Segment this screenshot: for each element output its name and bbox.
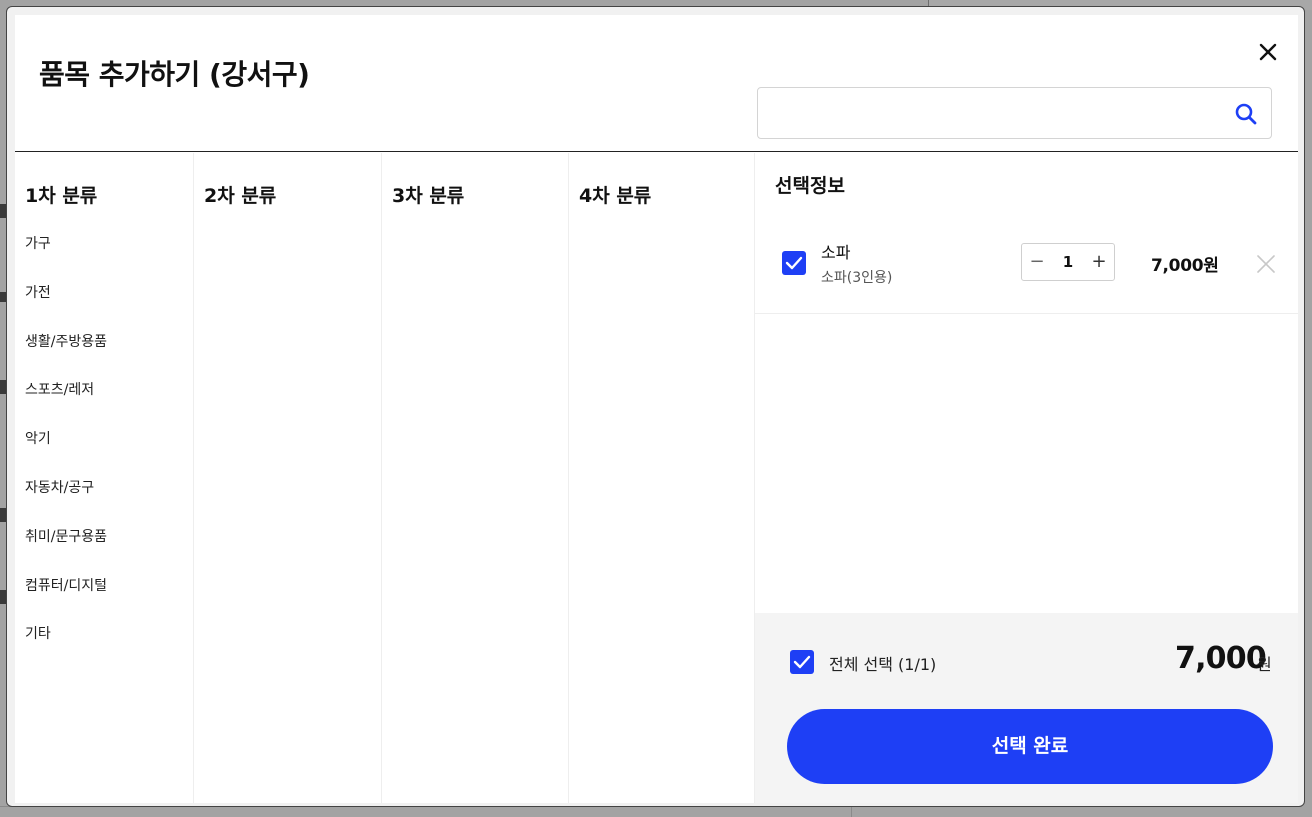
modal-title: 품목 추가하기 (강서구) [39,58,310,91]
category-item[interactable]: 가전 [25,284,107,333]
item-subname: 소파(3인용) [821,270,893,286]
remove-icon [1257,255,1275,273]
column-header: 4차 분류 [579,185,652,207]
selected-item-row: 소파 소파(3인용) − 1 + 7,000원 [755,221,1298,314]
column-header: 3차 분류 [392,185,465,207]
category-item[interactable]: 기타 [25,625,107,674]
search-input[interactable] [770,98,1210,128]
category-item[interactable]: 취미/문구용품 [25,528,107,577]
category-column-3: 3차 분류 [382,153,569,803]
category-columns: 1차 분류 가구 가전 생활/주방용품 스포츠/레저 악기 자동차/공구 취미/… [15,153,755,803]
remove-item-button[interactable] [1255,253,1277,275]
total-amount: 7,000 [1175,641,1267,676]
check-icon [793,655,811,669]
close-button[interactable] [1252,36,1284,68]
select-all-label: 전체 선택 (1/1) [829,655,937,674]
selection-footer: 전체 선택 (1/1) 7,000 원 선택 완료 [755,613,1298,803]
modal-header: 품목 추가하기 (강서구) [15,15,1298,152]
background-bottom-strip [0,806,852,817]
check-icon [785,256,803,270]
category-item[interactable]: 생활/주방용품 [25,333,107,382]
quantity-stepper: − 1 + [1021,243,1115,281]
column-header: 2차 분류 [204,185,277,207]
select-all-checkbox[interactable] [790,650,814,674]
category-item[interactable]: 스포츠/레저 [25,381,107,430]
category-column-4: 4차 분류 [569,153,755,803]
search-box [757,87,1272,139]
category-column-2: 2차 분류 [194,153,382,803]
selection-panel: 선택정보 소파 소파(3인용) − 1 + 7,000원 전체 선택 (1/1)… [755,153,1298,803]
item-checkbox[interactable] [782,251,806,275]
selection-title: 선택정보 [775,175,845,197]
category-item[interactable]: 가구 [25,235,107,284]
decrease-button[interactable]: − [1022,244,1052,280]
category-item[interactable]: 자동차/공구 [25,479,107,528]
complete-selection-button[interactable]: 선택 완료 [787,709,1273,784]
close-icon [1259,43,1277,61]
column-header: 1차 분류 [25,185,98,207]
item-price: 7,000원 [1151,256,1219,276]
add-item-modal: 품목 추가하기 (강서구) 1차 분류 가구 가전 생활/주방용품 스포츠/레저… [6,6,1305,807]
category-item[interactable]: 악기 [25,430,107,479]
search-button[interactable] [1232,100,1260,128]
category-list: 가구 가전 생활/주방용품 스포츠/레저 악기 자동차/공구 취미/문구용품 컴… [25,235,107,674]
total-unit: 원 [1257,655,1272,674]
search-icon [1235,103,1257,125]
increase-button[interactable]: + [1084,244,1114,280]
modal-content: 품목 추가하기 (강서구) 1차 분류 가구 가전 생활/주방용품 스포츠/레저… [15,15,1298,803]
item-name: 소파 [821,243,851,262]
category-item[interactable]: 컴퓨터/디지털 [25,577,107,626]
quantity-value: 1 [1062,253,1074,271]
category-column-1: 1차 분류 가구 가전 생활/주방용품 스포츠/레저 악기 자동차/공구 취미/… [15,153,194,803]
